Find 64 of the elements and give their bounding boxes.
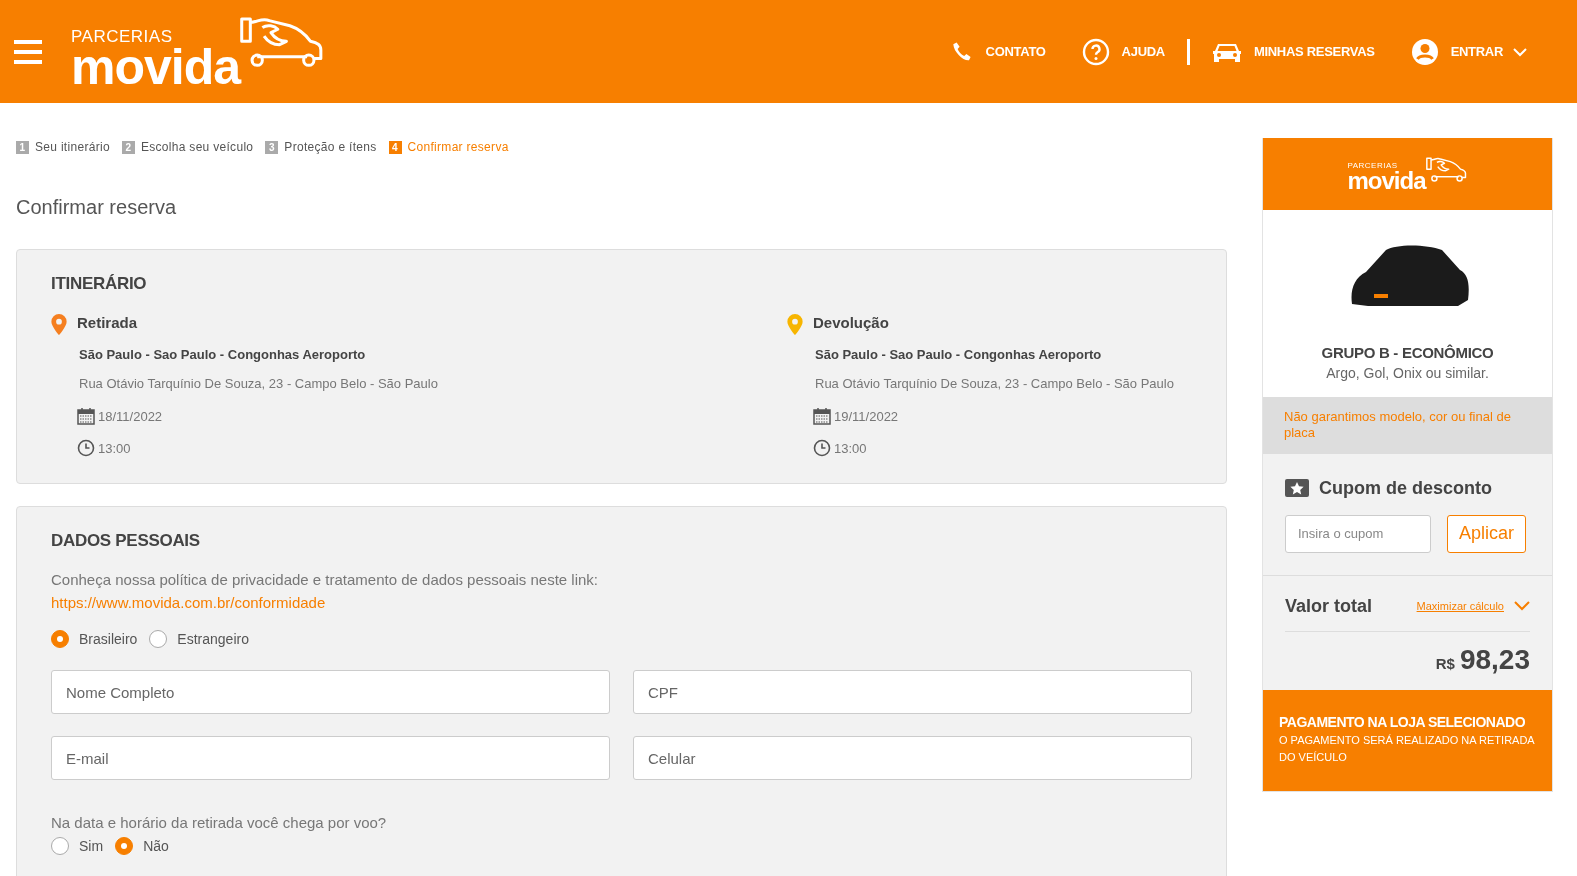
flight-question: Na data e horário da retirada você chega por voo? [51, 814, 388, 831]
date-text: 18/11/2022 [98, 408, 163, 424]
clock-icon [77, 439, 95, 457]
nav-link[interactable]: AJUDA [1081, 37, 1165, 66]
total-label: Valor total [1285, 595, 1373, 617]
currency-symbol: R$ [1435, 654, 1455, 672]
input-field[interactable]: E-mail [51, 736, 610, 780]
nav-link[interactable]: CONTATO [949, 38, 1046, 65]
calendar-icon [813, 407, 831, 425]
step-number: 4 [388, 140, 402, 154]
radio-option[interactable]: Sim [51, 837, 104, 855]
radio-option[interactable]: Estrangeiro [149, 630, 249, 648]
privacy-link[interactable]: https://www.movida.com.br/conformidade [51, 594, 326, 611]
store-address: Rua Otávio Tarquínio De Souza, 23 - Campo Belo - São Paulo [815, 376, 1174, 391]
coupon-title: Cupom de desconto [1319, 477, 1492, 499]
car-models: Argo, Gol, Onix ou similar. [1326, 365, 1489, 381]
time-text: 13:00 [834, 440, 867, 456]
section-title: ITINERÁRIO [51, 274, 148, 294]
hand-car-icon [1425, 156, 1468, 185]
step-link[interactable]: Confirmar reserva [407, 140, 509, 154]
location-label: Retirada [77, 314, 138, 333]
step-link[interactable]: Seu itinerário [35, 140, 110, 154]
nav-link[interactable]: ENTRAR [1410, 37, 1527, 66]
clock-icon [813, 439, 831, 457]
logo-tagline: PARCERIAS [71, 27, 174, 45]
radio-option[interactable]: Não [115, 837, 169, 855]
step-link[interactable]: Proteção e ítens [284, 140, 377, 154]
chevron-down-icon [1513, 46, 1527, 57]
page-title: Confirmar reserva [16, 196, 178, 219]
apply-button[interactable]: Aplicar [1447, 514, 1527, 553]
step-link[interactable]: Escolha seu veículo [140, 140, 254, 154]
time-text: 13:00 [98, 440, 131, 456]
store-name: São Paulo - Sao Paulo - Congonhas Aeroporto [815, 347, 1102, 362]
user-icon [1410, 37, 1439, 66]
input-field[interactable]: Celular [633, 736, 1192, 780]
chevron-down-icon[interactable] [1514, 601, 1530, 611]
step-number: 2 [121, 140, 135, 154]
nav-link[interactable]: MINHAS RESERVAS [1211, 39, 1375, 64]
logo[interactable]: PARCERIAS movida [71, 13, 327, 90]
payment-title: PAGAMENTO NA LOJA SELECIONADO [1279, 713, 1527, 730]
logo-wordmark: movida [71, 44, 241, 90]
section-title: DADOS PESSOAIS [51, 531, 201, 551]
input-field[interactable]: CPF [633, 670, 1192, 714]
expand-link[interactable]: Maximizar cálculo [1416, 600, 1504, 612]
logo-tagline: PARCERIAS [1347, 162, 1399, 171]
menu-button[interactable] [14, 39, 42, 64]
step-number: 3 [265, 140, 279, 154]
help-icon [1081, 37, 1110, 66]
step-number: 1 [16, 140, 29, 154]
date-text: 19/11/2022 [834, 408, 899, 424]
radio-option[interactable]: Brasileiro [51, 630, 138, 648]
input-field[interactable]: Nome Completo [51, 670, 610, 714]
store-address: Rua Otávio Tarquínio De Souza, 23 - Campo Belo - São Paulo [79, 376, 438, 391]
store-name: São Paulo - Sao Paulo - Congonhas Aeroporto [79, 347, 366, 362]
total-amount: 98,23 [1459, 643, 1530, 676]
notice-text: Não garantimos modelo, cor ou final de placa [1263, 397, 1552, 454]
privacy-text: Conheça nossa política de privacidade e tratamento de dados pessoais neste link: [51, 571, 599, 588]
logo[interactable]: PARCERIAS movida [1347, 156, 1468, 192]
coupon-field[interactable]: Insira o cupom [1285, 514, 1431, 553]
payment-subtitle: O PAGAMENTO SERÁ REALIZADO NA RETIRADA DO VEÍCULO [1279, 732, 1536, 766]
logo-wordmark: movida [1347, 170, 1426, 192]
location-label: Devolução [813, 314, 889, 333]
car-group: GRUPO B - ECONÔMICO [1321, 344, 1494, 361]
calendar-icon [77, 407, 95, 425]
